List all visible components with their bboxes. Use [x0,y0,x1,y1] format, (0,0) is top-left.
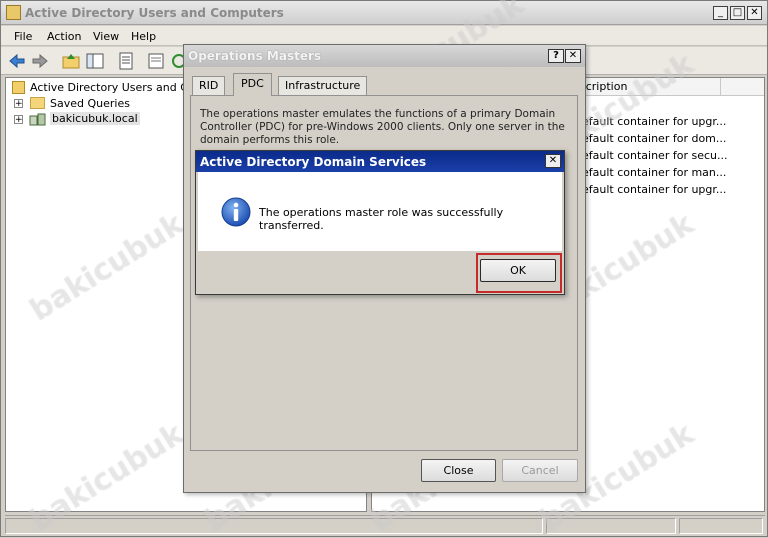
message-title: Active Directory Domain Services [200,155,427,169]
list-row[interactable]: efault container for dom... [582,132,726,145]
main-titlebar[interactable]: Active Directory Users and Computers _ □… [1,1,767,25]
cancel-button[interactable]: Cancel [502,459,578,482]
window-title: Active Directory Users and Computers [25,6,284,20]
expand-icon[interactable]: + [14,115,23,125]
list-row[interactable]: efault container for upgr... [582,115,726,128]
column-divider [720,78,721,96]
minimize-button[interactable]: _ [713,6,728,20]
help-button[interactable]: ? [548,49,564,63]
close-dialog-button[interactable]: Close [421,459,496,482]
message-text: The operations master role was successfu… [259,206,504,232]
list-row[interactable]: efault container for secu... [582,149,727,162]
folder-icon [30,97,45,109]
menu-view[interactable]: View [93,30,119,43]
status-bar [5,515,765,535]
status-segment [679,518,763,534]
close-button[interactable]: ✕ [565,49,581,63]
message-box: Active Directory Domain Services ✕ The o… [195,150,565,295]
status-segment [5,518,543,534]
export-list-icon[interactable] [146,51,166,71]
up-folder-icon[interactable] [61,51,81,71]
tab-rid[interactable]: RID [192,76,226,95]
tab-infrastructure[interactable]: Infrastructure [278,76,368,95]
tree-root-label: Active Directory Users and Com [30,81,206,94]
info-icon [221,197,251,227]
show-console-tree-icon[interactable] [85,51,105,71]
dialog-titlebar[interactable]: Operations Masters ? ✕ [184,45,585,67]
status-segment [546,518,676,534]
properties-icon[interactable] [116,51,136,71]
menu-help[interactable]: Help [131,30,156,43]
column-header-description[interactable]: scription [580,80,627,93]
message-titlebar[interactable]: Active Directory Domain Services ✕ [196,151,564,172]
list-row[interactable]: efault container for upgr... [582,183,726,196]
ok-button[interactable]: OK [480,259,556,282]
menu-file[interactable]: File [14,30,32,43]
menu-bar: File Action View Help [1,26,767,46]
list-row[interactable]: efault container for man... [582,166,726,179]
folder-app-icon [6,5,21,20]
tree-item-label: bakicubuk.local [50,112,140,125]
pdc-description: The operations master emulates the funct… [200,108,565,146]
dialog-title: Operations Masters [188,49,322,63]
close-button[interactable]: ✕ [545,154,561,168]
expand-icon[interactable]: + [14,99,23,109]
message-body: The operations master role was successfu… [198,172,562,251]
tree-item-label: Saved Queries [50,97,130,110]
close-button[interactable]: ✕ [747,6,762,20]
forward-arrow-icon[interactable] [30,51,50,71]
menu-action[interactable]: Action [47,30,81,43]
folder-icon [12,81,25,94]
tab-pdc[interactable]: PDC [233,73,272,96]
back-arrow-icon[interactable] [7,51,27,71]
maximize-button[interactable]: □ [730,6,745,20]
domain-icon [29,113,46,126]
